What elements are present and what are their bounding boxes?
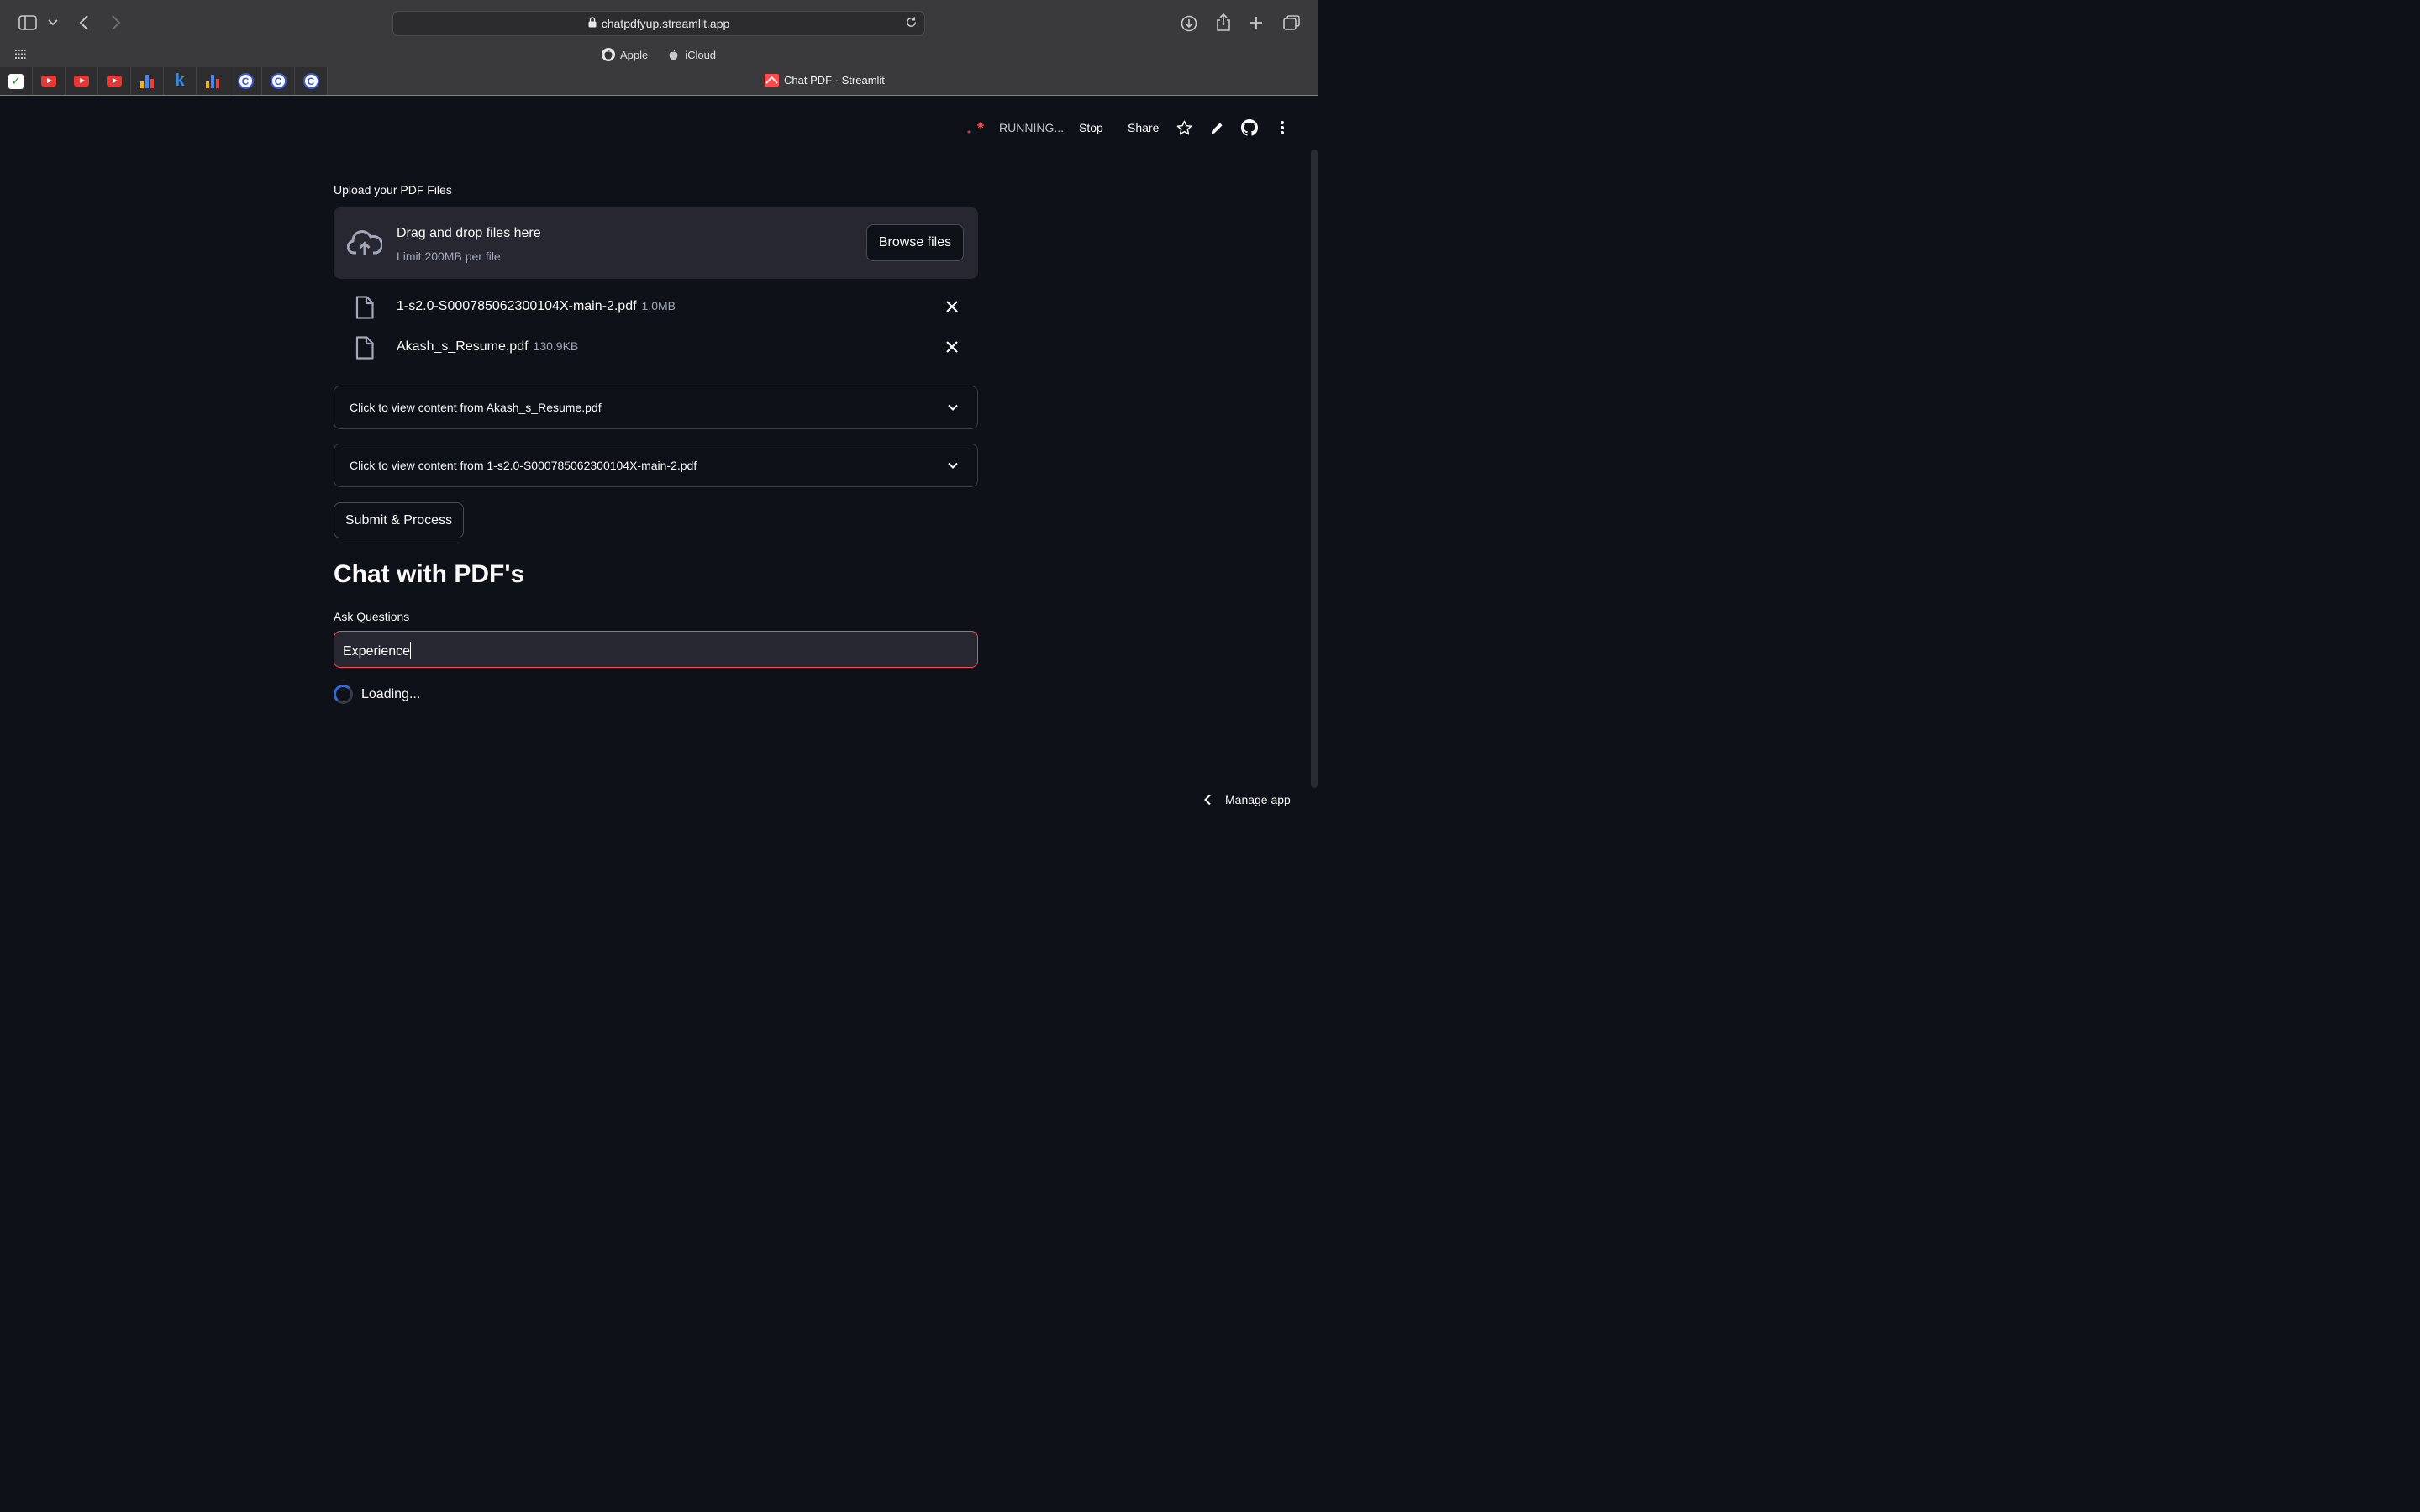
- upload-label: Upload your PDF Files: [334, 183, 452, 197]
- star-icon[interactable]: [1175, 118, 1193, 137]
- remove-file-icon[interactable]: [943, 338, 961, 356]
- tab-overview-icon[interactable]: [1282, 14, 1301, 31]
- c-icon: C: [302, 73, 319, 89]
- stop-button[interactable]: Stop: [1079, 121, 1103, 134]
- dropzone-title: Drag and drop files here: [397, 226, 541, 240]
- youtube-icon: [74, 76, 89, 87]
- active-tab[interactable]: Chat PDF · Streamlit: [765, 74, 885, 87]
- favorite-icloud-label: iCloud: [685, 48, 717, 61]
- remove-file-icon[interactable]: [943, 297, 961, 316]
- page-scrollbar[interactable]: [1311, 150, 1318, 788]
- sidebar-toggle-icon[interactable]: [18, 15, 37, 30]
- expander-label: Click to view content from 1-s2.0-S00078…: [350, 459, 697, 472]
- pinned-tab[interactable]: [33, 67, 66, 95]
- browser-toolbar: chatpdfyup.streamlit.app: [0, 0, 1318, 45]
- chat-title: Chat with PDF's: [334, 560, 525, 588]
- favorite-apple[interactable]: Apple: [601, 48, 649, 61]
- c-icon: C: [237, 73, 254, 89]
- pinned-tab[interactable]: [131, 67, 164, 95]
- text-caret: [410, 642, 412, 659]
- pinned-tab[interactable]: [197, 67, 229, 95]
- streamlit-logo-icon: [765, 74, 779, 87]
- bar-chart-icon: [206, 74, 219, 88]
- youtube-icon: [107, 76, 122, 87]
- favorites-bar: Apple iCloud: [0, 45, 1318, 64]
- manage-app-label: Manage app: [1225, 793, 1291, 806]
- share-button[interactable]: Share: [1128, 121, 1159, 134]
- more-menu-icon[interactable]: [1273, 118, 1292, 137]
- uploaded-file-row: 1-s2.0-S000785062300104X-main-2.pdf 1.0MB: [334, 291, 978, 324]
- file-name-text: Akash_s_Resume.pdf: [397, 339, 529, 354]
- chevron-down-icon: [948, 404, 958, 411]
- file-size: 1.0MB: [641, 299, 676, 312]
- lock-icon: [588, 17, 597, 30]
- address-bar[interactable]: chatpdfyup.streamlit.app: [392, 11, 925, 36]
- apple-icon: [666, 48, 680, 61]
- chevron-left-icon: [1204, 794, 1211, 806]
- pinned-tab[interactable]: C: [229, 67, 262, 95]
- share-icon[interactable]: [1215, 13, 1232, 32]
- dropzone-limit: Limit 200MB per file: [397, 249, 501, 263]
- running-status: RUNNING...: [999, 121, 1064, 134]
- spinner-icon: [334, 685, 353, 704]
- forward-icon[interactable]: [108, 14, 124, 31]
- ask-questions-input[interactable]: Experience: [334, 631, 978, 668]
- app-header: [0, 96, 1318, 160]
- file-name-text: 1-s2.0-S000785062300104X-main-2.pdf: [397, 299, 637, 313]
- github-icon[interactable]: [1240, 118, 1259, 137]
- browse-files-button[interactable]: Browse files: [866, 224, 964, 261]
- expander-resume-content[interactable]: Click to view content from Akash_s_Resum…: [334, 386, 978, 429]
- edit-pencil-icon[interactable]: [1207, 118, 1226, 137]
- loading-text: Loading...: [361, 686, 421, 701]
- chevron-down-icon: [948, 462, 958, 469]
- youtube-icon: [41, 76, 56, 87]
- main-content: Upload your PDF Files: [334, 183, 978, 197]
- tab-strip: ✓ k C C C Chat PDF · Streamlit: [0, 67, 1318, 96]
- loading-indicator: Loading...: [334, 685, 420, 704]
- pinned-tabs: ✓ k C C C: [0, 67, 328, 95]
- favorite-apple-label: Apple: [619, 48, 649, 61]
- expander-label: Click to view content from Akash_s_Resum…: [350, 401, 602, 414]
- k-icon: k: [175, 71, 185, 90]
- uploaded-file-row: Akash_s_Resume.pdf 130.9KB: [334, 331, 978, 365]
- checklist-icon: ✓: [8, 73, 24, 89]
- file-icon: [355, 336, 374, 360]
- ask-input-value: Experience: [343, 642, 412, 659]
- pinned-tab[interactable]: [98, 67, 131, 95]
- file-icon: [355, 296, 374, 319]
- ask-input-text: Experience: [343, 644, 411, 659]
- c-icon: C: [270, 73, 287, 89]
- pinned-tab[interactable]: ✓: [0, 67, 33, 95]
- pinned-tab[interactable]: k: [164, 67, 197, 95]
- pinned-tab[interactable]: [66, 67, 98, 95]
- reload-icon[interactable]: [905, 16, 918, 32]
- downloads-icon[interactable]: [1180, 14, 1198, 33]
- favorite-icloud[interactable]: iCloud: [666, 48, 716, 61]
- address-url: chatpdfyup.streamlit.app: [601, 17, 730, 30]
- file-dropzone[interactable]: Drag and drop files here Limit 200MB per…: [334, 207, 978, 279]
- browser-chrome: chatpdfyup.streamlit.app Apple iCloud ✓ …: [0, 0, 1318, 96]
- active-tab-title: Chat PDF · Streamlit: [784, 74, 885, 87]
- manage-app-button[interactable]: Manage app: [1203, 793, 1291, 806]
- submit-process-button[interactable]: Submit & Process: [334, 502, 464, 538]
- pinned-tab[interactable]: C: [295, 67, 328, 95]
- cloud-upload-icon: [347, 230, 382, 255]
- pinned-tab[interactable]: C: [262, 67, 295, 95]
- file-size: 130.9KB: [533, 339, 579, 353]
- back-icon[interactable]: [76, 14, 92, 31]
- running-indicator-icon: [967, 122, 984, 134]
- expander-paper-content[interactable]: Click to view content from 1-s2.0-S00078…: [334, 444, 978, 487]
- apple-icon: [601, 48, 615, 61]
- ask-questions-label: Ask Questions: [334, 610, 410, 623]
- uploaded-file-name: 1-s2.0-S000785062300104X-main-2.pdf 1.0MB: [397, 299, 676, 314]
- bar-chart-icon: [140, 74, 154, 88]
- uploaded-file-name: Akash_s_Resume.pdf 130.9KB: [397, 339, 578, 354]
- chevron-down-icon[interactable]: [47, 17, 59, 29]
- new-tab-icon[interactable]: [1249, 15, 1264, 30]
